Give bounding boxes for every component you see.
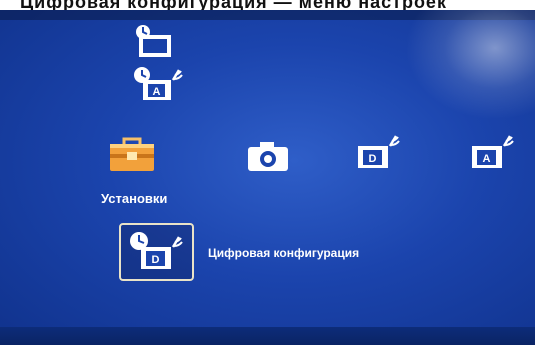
- digital-antenna-icon[interactable]: D: [356, 134, 406, 170]
- digital-letter: D: [369, 153, 377, 165]
- clock-box-icon[interactable]: [135, 24, 179, 58]
- digital-letter: D: [152, 254, 160, 266]
- camera-icon[interactable]: [246, 140, 290, 172]
- digital-antenna-clock-icon: D: [129, 231, 185, 273]
- analog-antenna-icon[interactable]: A: [470, 134, 520, 170]
- menu-label-setup: Установки: [101, 191, 168, 206]
- selected-submenu-item[interactable]: D: [119, 223, 194, 281]
- submenu-label-digital-config: Цифровая конфигурация: [208, 246, 360, 260]
- toolbox-icon[interactable]: [108, 136, 156, 172]
- analog-letter: A: [153, 86, 161, 98]
- analog-antenna-clock-icon[interactable]: A: [133, 66, 185, 102]
- analog-letter: A: [483, 153, 491, 165]
- screen-glare: [405, 10, 535, 120]
- tv-screen: A D A Установки D Цифровая конфигурация: [0, 10, 535, 345]
